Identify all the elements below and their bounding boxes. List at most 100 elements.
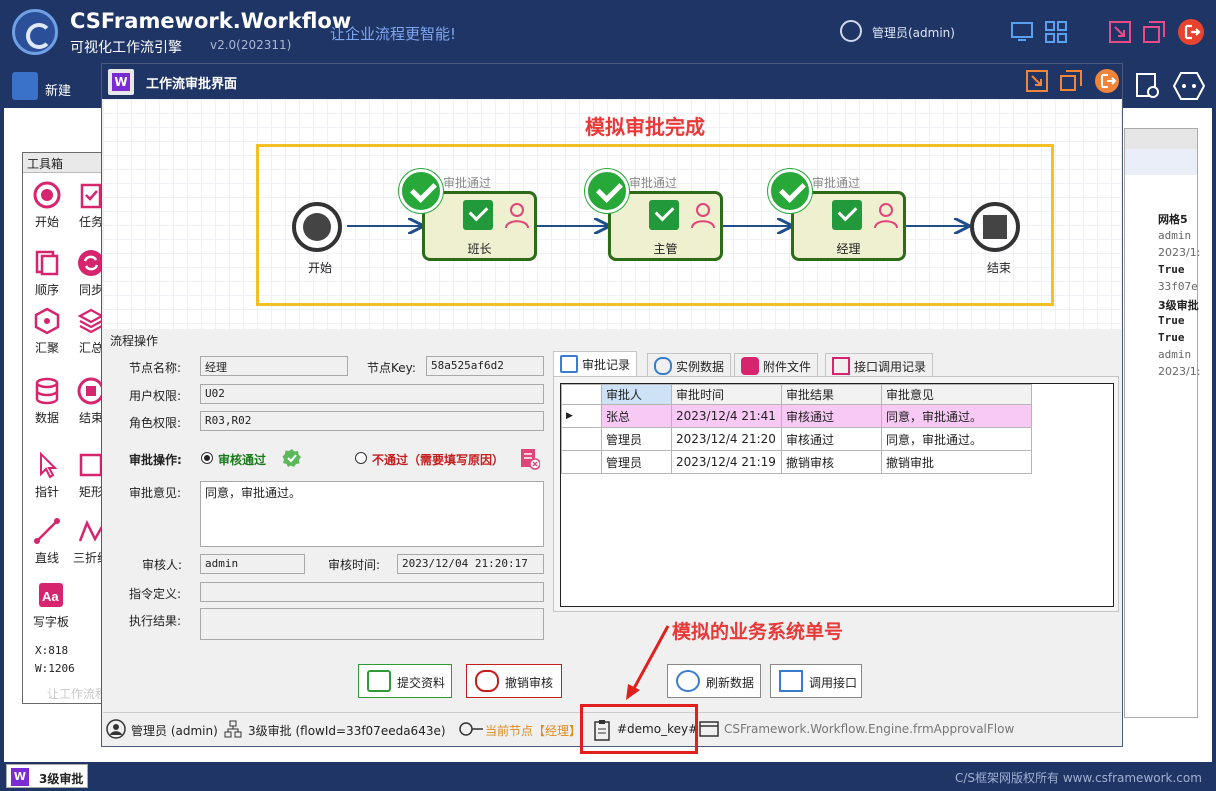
table-row[interactable]: 管理员 2023/12/4 21:20 审核通过 同意，审批通过。: [561, 427, 1032, 451]
user-name[interactable]: 管理员(admin): [872, 24, 955, 41]
node-name-field[interactable]: 经理: [200, 356, 348, 376]
cell[interactable]: 同意，审批通过。: [881, 427, 1032, 451]
network-hex-icon[interactable]: [1172, 71, 1206, 101]
status-form-class: CSFramework.Workflow.Engine.frmApprovalF…: [724, 722, 1015, 736]
cell[interactable]: 撤销审核: [781, 450, 882, 474]
sequence-icon: [35, 250, 59, 276]
restore-icon[interactable]: [1142, 20, 1166, 44]
tool-merge[interactable]: 汇聚: [27, 307, 67, 356]
tool-label: 写字板: [32, 615, 69, 629]
approve-pass-label[interactable]: 审核通过: [218, 451, 266, 468]
start-node-icon[interactable]: [291, 201, 343, 253]
tool-start[interactable]: 开始: [27, 181, 67, 230]
start-node-label: 开始: [308, 261, 333, 275]
property-value: 2023/1:: [1158, 365, 1201, 378]
revoke-button[interactable]: 撤销审核: [466, 664, 562, 698]
exec-result-field[interactable]: [200, 608, 544, 640]
app-title: CSFramework.Workflow: [70, 9, 352, 33]
dialog-minimize-icon[interactable]: [1026, 70, 1048, 92]
cell[interactable]: 同意，审批通过。: [881, 404, 1032, 428]
org-chart-icon: [224, 720, 242, 738]
status-flow: 3级审批 (flowId=33f07eeda643e): [248, 724, 446, 738]
tab-api-logs[interactable]: 接口调用记录: [825, 353, 934, 377]
tool-label: 任务: [78, 215, 103, 229]
tab-label: 实例数据: [676, 360, 725, 374]
tool-sequence[interactable]: 顺序: [27, 249, 67, 298]
property-value: admin: [1158, 348, 1192, 361]
reviewer-label: 审核人:: [142, 558, 183, 572]
end-node-icon[interactable]: [969, 201, 1021, 253]
exit-icon[interactable]: [1177, 18, 1205, 46]
pointer-icon: [40, 451, 58, 479]
property-value: True: [1158, 263, 1185, 276]
taskbar-item[interactable]: W 3级审批: [6, 764, 88, 788]
grid-container: 审批人 审批时间 审批结果 审批意见 ▶ 张总 2023/12/4 21:41 …: [553, 376, 1119, 612]
tool-label: 结束: [78, 411, 103, 425]
database-icon: [35, 377, 59, 405]
cell[interactable]: 张总: [601, 404, 672, 428]
approve-pass-radio[interactable]: [201, 452, 213, 464]
node-label: 主管: [653, 242, 678, 256]
approve-fail-label[interactable]: 不通过（需要填写原因）: [372, 451, 504, 468]
new-button[interactable]: 新建: [45, 80, 71, 99]
tab-label: 审批记录: [582, 358, 631, 372]
refresh-button[interactable]: 刷新数据: [667, 664, 761, 698]
col-header[interactable]: 审批结果: [781, 384, 882, 405]
approved-check-icon: [585, 169, 629, 213]
toolbox-panel: 工具箱 开始 任务 顺序 同步 汇聚 汇总 数据 结束 指针 矩形 直线 三折线…: [22, 152, 109, 704]
cell[interactable]: 审核通过: [781, 427, 882, 451]
node-key-field[interactable]: 58a525af6d2: [426, 356, 544, 376]
tab-approval-records[interactable]: 审批记录: [553, 351, 638, 377]
start-icon: [33, 181, 61, 209]
col-header[interactable]: 审批人: [601, 384, 672, 405]
col-header[interactable]: 审批意见: [881, 384, 1032, 405]
table-row[interactable]: 管理员 2023/12/4 21:19 撤销审核 撤销审批: [561, 450, 1032, 474]
role-perm-field[interactable]: R03,R02: [200, 411, 544, 431]
tool-pointer[interactable]: 指针: [27, 451, 67, 500]
cell[interactable]: 管理员: [601, 427, 672, 451]
cell[interactable]: 管理员: [601, 450, 672, 474]
records-icon: [560, 355, 578, 373]
user-icon[interactable]: [840, 20, 862, 42]
property-panel: 网格5 admin 2023/1: True 33f07e 3级审批 True …: [1124, 128, 1201, 718]
dialog-title: 工作流审批界面: [146, 77, 238, 92]
cell[interactable]: 2023/12/4 21:19: [671, 450, 782, 474]
review-time-field[interactable]: 2023/12/04 21:20:17: [397, 554, 544, 574]
tool-label: 矩形: [78, 485, 103, 499]
table-row[interactable]: ▶ 张总 2023/12/4 21:41 审核通过 同意，审批通过。: [561, 404, 1032, 428]
cell[interactable]: 撤销审批: [881, 450, 1032, 474]
app-slogan: 让企业流程更智能!: [330, 25, 457, 43]
cmd-def-field[interactable]: [200, 582, 544, 602]
cell[interactable]: 审核通过: [781, 404, 882, 428]
cell[interactable]: 2023/12/4 21:41: [671, 404, 782, 428]
tab-instance-data[interactable]: 实例数据: [647, 353, 732, 377]
doc-settings-icon[interactable]: [1133, 71, 1163, 101]
settings-monitor-icon[interactable]: [1010, 20, 1034, 44]
section-title: 流程操作: [110, 334, 159, 348]
minimize-icon[interactable]: [1108, 20, 1132, 44]
tool-line[interactable]: 直线: [27, 517, 67, 566]
property-value: 33f07e: [1158, 280, 1198, 293]
tool-data[interactable]: 数据: [27, 377, 67, 426]
apps-grid-icon[interactable]: [1044, 20, 1068, 44]
new-file-icon[interactable]: [12, 72, 38, 100]
tab-attachments[interactable]: 附件文件: [734, 353, 819, 377]
records-table: 审批人 审批时间 审批结果 审批意见 ▶ 张总 2023/12/4 21:41 …: [561, 384, 1032, 474]
approve-fail-radio[interactable]: [355, 452, 367, 464]
tool-textpad[interactable]: Aa 写字板: [27, 581, 75, 630]
comment-textarea[interactable]: 同意，审批通过。: [200, 481, 544, 547]
call-api-button[interactable]: 调用接口: [770, 664, 862, 698]
tool-label: 汇聚: [34, 341, 59, 355]
property-panel-header: [1125, 129, 1197, 149]
reviewer-field[interactable]: admin: [200, 554, 305, 574]
col-header[interactable]: 审批时间: [671, 384, 782, 405]
user-perm-field[interactable]: U02: [200, 384, 544, 404]
end-node-label: 结束: [987, 261, 1012, 275]
cell[interactable]: 2023/12/4 21:20: [671, 427, 782, 451]
tab-label: 接口调用记录: [854, 360, 927, 374]
dialog-restore-icon[interactable]: [1060, 70, 1082, 92]
submit-button[interactable]: 提交资料: [358, 664, 452, 698]
dialog-titlebar[interactable]: 工作流审批界面: [102, 64, 1122, 99]
approval-records-grid[interactable]: 审批人 审批时间 审批结果 审批意见 ▶ 张总 2023/12/4 21:41 …: [560, 383, 1114, 607]
dialog-close-icon[interactable]: [1094, 68, 1120, 94]
